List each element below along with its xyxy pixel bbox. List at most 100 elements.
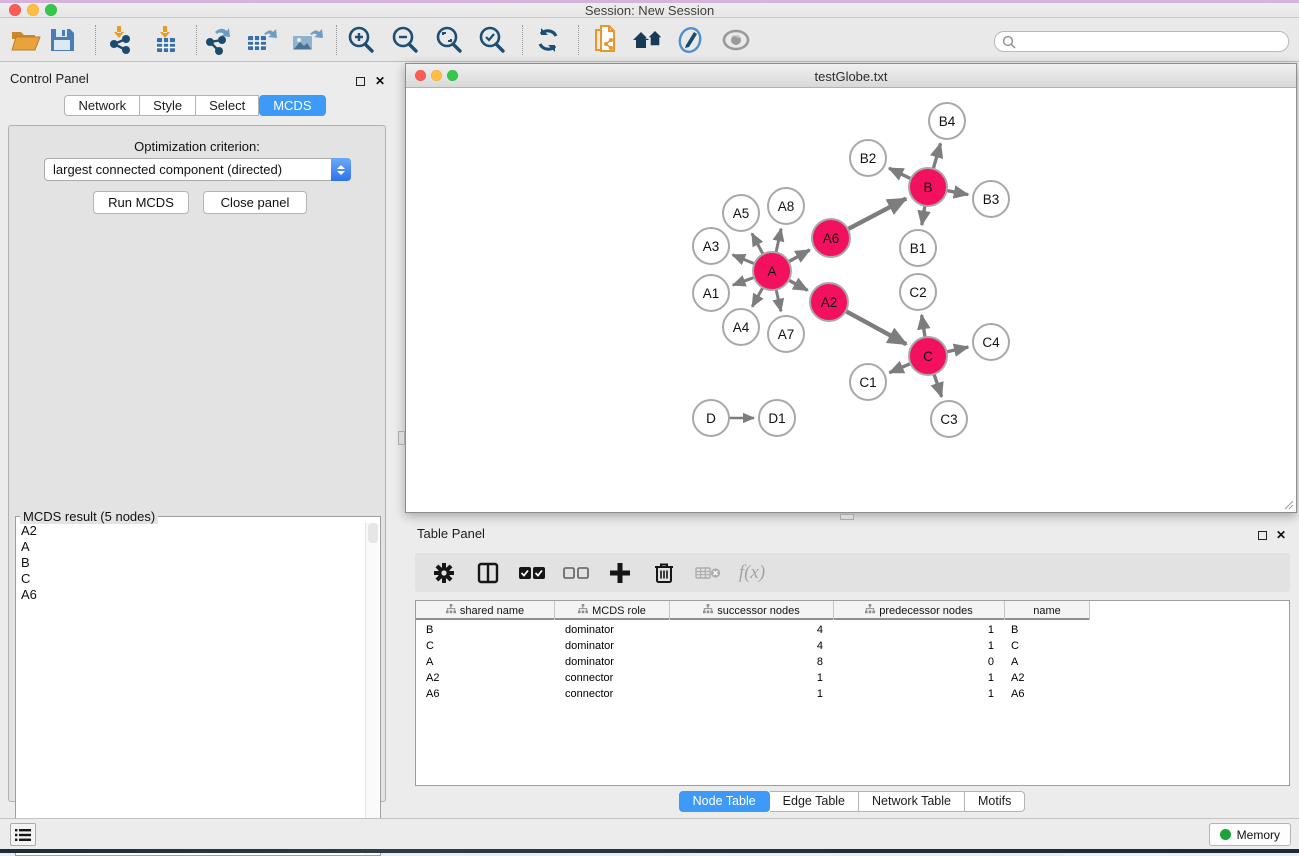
column-header-shared-name[interactable]: shared name — [416, 601, 555, 620]
node-A2[interactable]: A2 — [810, 283, 848, 321]
edge-C-C1[interactable] — [889, 364, 910, 373]
table-cell[interactable]: B — [1005, 622, 1090, 638]
column-header-successor-nodes[interactable]: successor nodes — [670, 601, 834, 620]
mcds-result-item[interactable]: A — [17, 539, 365, 555]
node-B3[interactable]: B3 — [973, 181, 1009, 217]
table-cell[interactable]: A6 — [416, 686, 555, 702]
node-D1[interactable]: D1 — [759, 400, 795, 436]
table-row[interactable]: Adominator80A — [416, 654, 1290, 670]
node-A7[interactable]: A7 — [768, 316, 804, 352]
edge-B-B4[interactable] — [933, 143, 940, 168]
tab-motifs[interactable]: Motifs — [965, 791, 1025, 812]
table-cell[interactable]: A2 — [1005, 670, 1090, 686]
node-C2[interactable]: C2 — [900, 274, 936, 310]
task-history-button[interactable] — [10, 823, 36, 846]
delete-columns-icon[interactable] — [649, 558, 679, 588]
delete-table-icon[interactable] — [693, 558, 723, 588]
node-B[interactable]: B — [909, 168, 947, 206]
tab-network[interactable]: Network — [64, 95, 140, 116]
table-cell[interactable]: 1 — [834, 686, 1005, 702]
table-row[interactable]: A6connector11A6 — [416, 686, 1290, 702]
edge-A-A4[interactable] — [752, 288, 763, 307]
criterion-dropdown[interactable]: largest connected component (directed) — [44, 158, 351, 181]
table-cell[interactable]: 1 — [834, 670, 1005, 686]
column-header-name[interactable]: name — [1005, 601, 1090, 620]
node-C3[interactable]: C3 — [931, 401, 967, 437]
table-cell[interactable]: 1 — [834, 622, 1005, 638]
table-cell[interactable]: C — [416, 638, 555, 654]
table-cell[interactable]: 8 — [670, 654, 834, 670]
open-folder-icon[interactable] — [6, 22, 44, 58]
edge-A-A6[interactable] — [789, 250, 810, 262]
zoom-out-icon[interactable] — [386, 22, 424, 58]
toggle-column-view-icon[interactable] — [473, 558, 503, 588]
node-B1[interactable]: B1 — [900, 230, 936, 266]
network-window-titlebar[interactable]: testGlobe.txt — [406, 64, 1296, 88]
edge-A-A1[interactable] — [733, 277, 754, 285]
table-cell[interactable]: 4 — [670, 622, 834, 638]
close-panel-button[interactable]: Close panel — [203, 191, 307, 214]
column-header-predecessor-nodes[interactable]: predecessor nodes — [834, 601, 1005, 620]
split-divider-grip-vertical[interactable] — [398, 431, 405, 445]
mcds-result-item[interactable]: B — [17, 555, 365, 571]
node-A8[interactable]: A8 — [768, 188, 804, 224]
node-A3[interactable]: A3 — [693, 228, 729, 264]
save-session-icon[interactable] — [43, 22, 81, 58]
zoom-in-icon[interactable] — [342, 22, 380, 58]
node-C[interactable]: C — [909, 337, 947, 375]
table-panel-close-button[interactable]: ✕ — [1276, 526, 1286, 544]
edge-A-A7[interactable] — [776, 290, 781, 312]
refresh-layout-icon[interactable] — [529, 22, 567, 58]
edge-A-A5[interactable] — [752, 233, 763, 254]
import-network-icon[interactable] — [101, 22, 139, 58]
zoom-selected-icon[interactable] — [473, 22, 511, 58]
node-table[interactable]: shared nameMCDS rolesuccessor nodesprede… — [415, 600, 1290, 786]
edge-A-A8[interactable] — [776, 229, 781, 253]
hide-annotations-icon[interactable] — [671, 22, 709, 58]
table-cell[interactable]: dominator — [555, 638, 670, 654]
table-cell[interactable]: 1 — [670, 686, 834, 702]
table-cell[interactable]: connector — [555, 670, 670, 686]
zoom-fit-icon[interactable] — [430, 22, 468, 58]
column-header-MCDS-role[interactable]: MCDS role — [555, 601, 670, 620]
search-input[interactable] — [1016, 33, 1288, 50]
table-cell[interactable]: dominator — [555, 654, 670, 670]
deselect-all-checkboxes-icon[interactable] — [561, 558, 591, 588]
edge-C-C4[interactable] — [947, 347, 969, 352]
table-cell[interactable]: 4 — [670, 638, 834, 654]
node-A1[interactable]: A1 — [693, 275, 729, 311]
control-panel-float-button[interactable] — [356, 73, 365, 91]
run-mcds-button[interactable]: Run MCDS — [93, 191, 189, 214]
table-cell[interactable]: dominator — [555, 622, 670, 638]
table-cell[interactable]: A — [416, 654, 555, 670]
network-canvas[interactable]: B4B2BB3B1C2A5A8A6A3AA1A2A4A7CC4C1C3DD1 — [407, 89, 1295, 511]
window-resize-grip[interactable] — [1282, 498, 1294, 510]
control-panel-close-button[interactable]: ✕ — [375, 72, 385, 90]
search-field[interactable] — [994, 31, 1289, 52]
node-D[interactable]: D — [693, 400, 729, 436]
node-C4[interactable]: C4 — [973, 324, 1009, 360]
settings-gear-icon[interactable] — [429, 558, 459, 588]
home-view-icon[interactable] — [629, 22, 667, 58]
table-cell[interactable]: A2 — [416, 670, 555, 686]
edge-C-C3[interactable] — [934, 374, 942, 397]
tab-edge-table[interactable]: Edge Table — [770, 791, 859, 812]
edge-A6-B[interactable] — [848, 199, 906, 230]
table-cell[interactable]: connector — [555, 686, 670, 702]
function-builder-icon[interactable]: f(x) — [737, 558, 767, 588]
tab-select[interactable]: Select — [196, 95, 259, 116]
table-cell[interactable]: 1 — [834, 638, 1005, 654]
table-cell[interactable]: C — [1005, 638, 1090, 654]
table-panel-float-button[interactable] — [1258, 527, 1267, 545]
toggle-bird-eye-icon[interactable] — [717, 22, 755, 58]
table-cell[interactable]: 0 — [834, 654, 1005, 670]
select-all-checkboxes-icon[interactable] — [517, 558, 547, 588]
import-table-icon[interactable] — [147, 22, 185, 58]
table-cell[interactable]: 1 — [670, 670, 834, 686]
clone-network-icon[interactable] — [587, 22, 625, 58]
edge-B-B1[interactable] — [922, 206, 925, 225]
node-C1[interactable]: C1 — [850, 364, 886, 400]
node-A5[interactable]: A5 — [723, 195, 759, 231]
edge-B-B2[interactable] — [889, 168, 911, 179]
export-network-icon[interactable] — [199, 22, 237, 58]
